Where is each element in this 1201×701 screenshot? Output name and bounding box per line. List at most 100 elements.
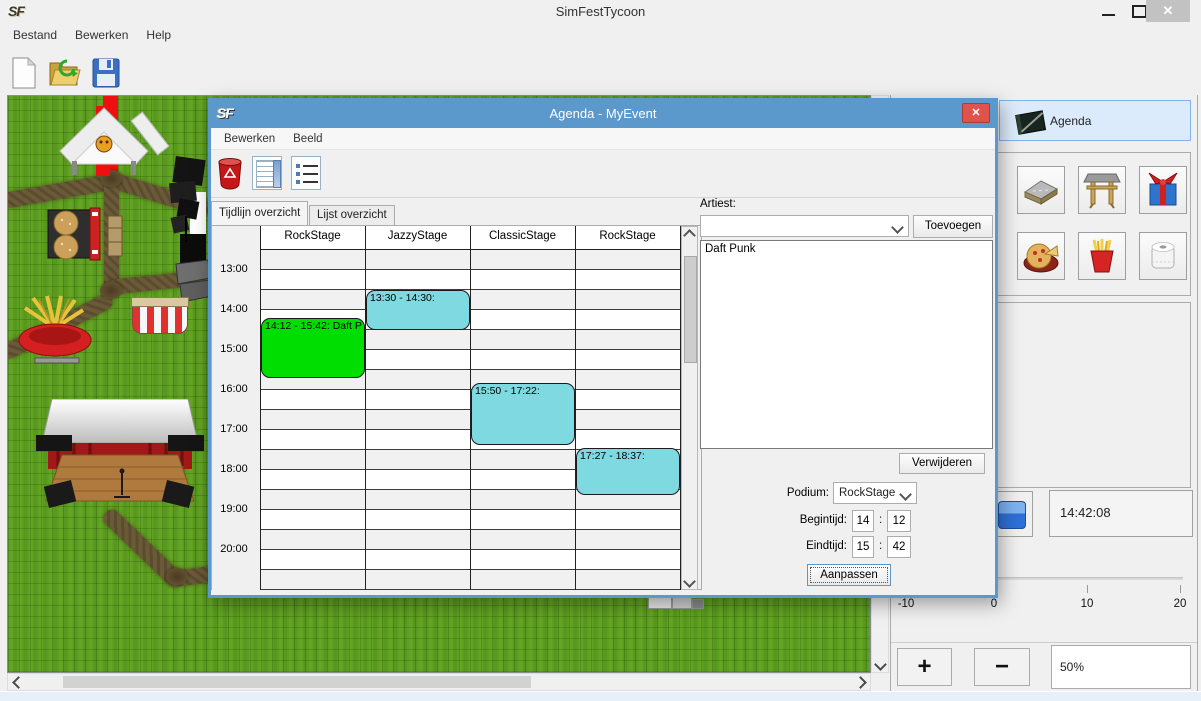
save-file-button[interactable] — [88, 54, 124, 92]
dialog-menu-item-beeld[interactable]: Beeld — [284, 130, 331, 148]
time-label: 16:00 — [212, 383, 256, 395]
status-strip — [0, 691, 1201, 701]
trash-icon — [216, 157, 244, 190]
titlebar: SF SimFestTycoon ✕ — [0, 0, 1201, 22]
slider-tick-label: 20 — [1163, 598, 1197, 610]
dialog-menu-item-bewerken[interactable]: Bewerken — [215, 130, 284, 148]
time-gutter: 13:0014:0015:0016:0017:0018:0019:0020:00 — [212, 226, 260, 590]
menu-item-help[interactable]: Help — [137, 25, 180, 45]
end-hour-field[interactable] — [852, 536, 874, 558]
scroll-down-icon[interactable] — [872, 656, 888, 672]
zoom-in-button[interactable]: + — [897, 648, 952, 686]
artist-label: Artiest: — [700, 198, 736, 210]
begin-minute-field[interactable] — [887, 510, 911, 532]
add-artist-button[interactable]: Toevoegen — [913, 215, 993, 238]
gift-icon — [1143, 170, 1183, 210]
chevron-down-icon — [891, 221, 904, 234]
end-time-label: Eindtijd: — [767, 540, 847, 552]
dialog-menu-bar: BewerkenBeeld — [211, 128, 995, 150]
delete-event-button[interactable] — [216, 157, 244, 190]
time-colon: : — [879, 540, 882, 552]
minimize-button[interactable] — [1093, 0, 1123, 22]
time-colon: : — [879, 514, 882, 526]
scroll-up-icon[interactable] — [681, 227, 697, 243]
new-file-button[interactable] — [6, 54, 42, 92]
schedule-event[interactable]: 17:27 - 18:37: — [576, 448, 680, 495]
food-table[interactable] — [106, 214, 124, 258]
menu-bar: BestandBewerkenHelp — [0, 22, 1201, 48]
schedule-event[interactable]: 14:12 - 15:42: Daft P — [261, 318, 365, 378]
tab-strip: Tijdlijn overzichtLijst overzicht — [211, 201, 711, 225]
zoom-level-box: 50% — [1051, 645, 1191, 689]
column-divider — [575, 226, 576, 590]
shop-item-festival-gate[interactable] — [1078, 166, 1126, 214]
column-header-rockstage: RockStage — [260, 230, 365, 242]
slider-tick — [1180, 585, 1181, 593]
agenda-panel-button[interactable]: Agenda — [999, 100, 1191, 141]
blue-square-icon — [998, 501, 1026, 529]
menu-item-bestand[interactable]: Bestand — [4, 25, 66, 45]
artist-combobox[interactable] — [700, 215, 909, 237]
open-file-icon — [47, 57, 81, 89]
dialog-title: Agenda - MyEvent — [211, 106, 995, 121]
timeline-view-icon — [256, 160, 274, 188]
festival-gate-icon — [1082, 170, 1122, 210]
dialog-toolbar — [211, 150, 995, 198]
main-stage[interactable] — [34, 399, 206, 517]
schedule-table[interactable]: 13:0014:0015:0016:0017:0018:0019:0020:00… — [212, 226, 699, 590]
list-view-icon — [296, 164, 320, 167]
dialog-titlebar: SF Agenda - MyEvent ✕ — [211, 101, 995, 128]
menu-item-bewerken[interactable]: Bewerken — [66, 25, 137, 45]
path-junction — [100, 282, 122, 299]
shop-item-fries[interactable] — [1078, 232, 1126, 280]
window-title: SimFestTycoon — [0, 4, 1201, 19]
scroll-left-icon[interactable] — [10, 674, 26, 690]
schedule-event[interactable]: 13:30 - 14:30: — [366, 290, 470, 330]
schedule-scroll-thumb[interactable] — [684, 256, 697, 363]
close-button[interactable]: ✕ — [1146, 0, 1190, 22]
timeline-view-button[interactable] — [252, 156, 282, 190]
begin-time-label: Begintijd: — [767, 514, 847, 526]
time-label: 13:00 — [212, 263, 256, 275]
shop-item-pizza[interactable] — [1017, 232, 1065, 280]
scroll-right-icon[interactable] — [852, 674, 868, 690]
scroll-down-icon[interactable] — [681, 573, 697, 589]
column-divider — [470, 226, 471, 590]
artist-list-item[interactable]: Daft Punk — [701, 241, 992, 257]
open-file-button[interactable] — [46, 54, 82, 92]
slider-tick — [1087, 585, 1088, 593]
agenda-label: Agenda — [1050, 114, 1091, 128]
podium-label: Podium: — [771, 487, 829, 499]
maximize-icon — [1132, 5, 1147, 18]
tab-tijdlijn-overzicht[interactable]: Tijdlijn overzicht — [211, 201, 308, 225]
horizontal-scroll-thumb[interactable] — [63, 676, 531, 688]
agenda-dialog: SF Agenda - MyEvent ✕ BewerkenBeeld — [208, 98, 998, 598]
burger-stand[interactable] — [46, 206, 106, 262]
artist-list[interactable]: Daft Punk — [700, 240, 993, 449]
shop-item-road-tile[interactable] — [1017, 166, 1065, 214]
minimize-icon — [1102, 14, 1115, 16]
shop-item-toilet-paper[interactable] — [1139, 232, 1187, 280]
time-label: 20:00 — [212, 543, 256, 555]
striped-stand[interactable] — [132, 302, 188, 334]
stage-equipment[interactable] — [164, 156, 212, 306]
new-file-icon — [11, 57, 37, 89]
begin-hour-field[interactable] — [852, 510, 874, 532]
schedule-scrollbar[interactable] — [681, 226, 698, 590]
remove-artist-button[interactable]: Verwijderen — [899, 453, 985, 474]
podium-combobox[interactable]: RockStage — [833, 482, 917, 504]
app-window: SF SimFestTycoon ✕ BestandBewerkenHelp — [0, 0, 1201, 701]
slider-tick-label: -10 — [889, 598, 923, 610]
fries-stand[interactable] — [13, 294, 97, 366]
list-view-button[interactable] — [291, 156, 321, 190]
toilet-paper-icon — [1143, 236, 1183, 276]
schedule-event[interactable]: 15:50 - 17:22: — [471, 383, 575, 444]
zoom-out-button[interactable]: − — [974, 648, 1030, 686]
end-minute-field[interactable] — [887, 536, 911, 558]
map-horizontal-scrollbar[interactable] — [7, 673, 871, 691]
shop-item-gift[interactable] — [1139, 166, 1187, 214]
dialog-close-button[interactable]: ✕ — [962, 103, 990, 123]
fries-icon — [1082, 236, 1122, 276]
tab-lijst-overzicht[interactable]: Lijst overzicht — [309, 205, 395, 225]
apply-button[interactable]: Aanpassen — [807, 564, 891, 586]
